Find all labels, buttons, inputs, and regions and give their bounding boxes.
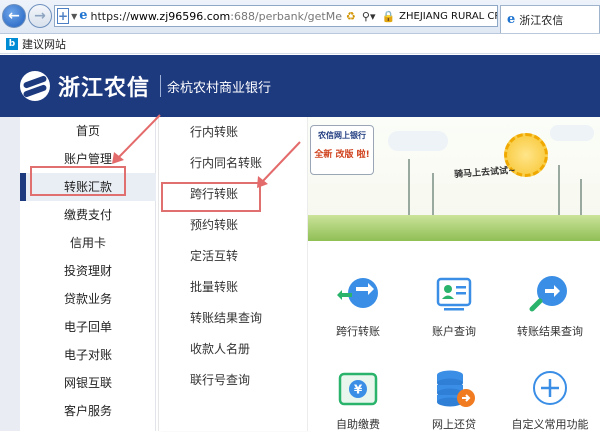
wind-turbine — [558, 165, 560, 219]
brand-divider — [160, 75, 162, 97]
wind-turbine — [408, 159, 410, 219]
account-card-icon — [436, 277, 472, 311]
wind-turbine — [580, 179, 582, 219]
banner-sign: 农信网上银行 全新 改版 啦! — [310, 125, 374, 175]
bing-icon: b — [6, 37, 18, 50]
tab-title: 浙江农信 — [519, 13, 564, 27]
submenu-item-bank-code[interactable]: 联行号查询 — [159, 365, 309, 396]
submenu-item-same-name[interactable]: 行内同名转账 — [159, 148, 309, 179]
search-arrow-icon — [529, 276, 567, 312]
url-host: www.zj96596.com — [129, 9, 231, 23]
submenu-item-fixed-demand[interactable]: 定活互转 — [159, 241, 309, 272]
sidebar-item-investment[interactable]: 投资理财 — [20, 257, 156, 285]
url-path: :688/perbank/getMe — [230, 9, 343, 23]
sidebar-item-e-receipt[interactable]: 电子回单 — [20, 313, 156, 341]
quick-label: 网上还贷 — [432, 418, 476, 431]
quick-label: 自定义常用功能 — [511, 418, 589, 431]
transfer-submenu: 行内转账 行内同名转账 跨行转账 预约转账 定活互转 批量转账 转账结果查询 收… — [158, 117, 308, 431]
bank-name: 余杭农村商业银行 — [167, 80, 272, 96]
add-icon[interactable]: + — [57, 8, 70, 24]
sidebar-item-e-statement[interactable]: 电子对账 — [20, 341, 156, 369]
quick-item-self-payment[interactable]: ¥ 自助缴费 — [308, 336, 408, 431]
brand-title: 浙江农信 — [58, 76, 151, 101]
submenu-item-result-query[interactable]: 转账结果查询 — [159, 303, 309, 334]
quick-label: 自助缴费 — [336, 418, 380, 431]
sidebar-item-loans[interactable]: 贷款业务 — [20, 285, 156, 313]
coins-stack-icon — [437, 370, 475, 407]
quick-item-account-query[interactable]: 账户查询 — [404, 241, 504, 338]
submenu-item-intrabank[interactable]: 行内转账 — [159, 117, 309, 148]
promo-banner[interactable]: 农信网上银行 全新 改版 啦! 骑马上去试试~ — [308, 117, 600, 241]
url-field[interactable]: + ▼ e https:// www.zj96596.com :688/perb… — [54, 5, 498, 27]
submenu-item-batch[interactable]: 批量转账 — [159, 272, 309, 303]
compatibility-view-icon[interactable]: ♻ — [346, 10, 356, 23]
site-identity[interactable]: ZHEJIANG RURAL CR... — [399, 11, 497, 22]
quick-item-custom[interactable]: 自定义常用功能 — [500, 336, 600, 431]
quick-item-interbank[interactable]: 跨行转账 — [308, 241, 408, 338]
submenu-item-payee-list[interactable]: 收款人名册 — [159, 334, 309, 365]
quick-item-result-query[interactable]: 转账结果查询 — [500, 241, 600, 338]
highlight-box-interbank — [161, 182, 261, 212]
search-icon[interactable]: ⚲▾ — [362, 10, 376, 23]
cloud-shape — [550, 125, 594, 141]
cloud-shape — [388, 131, 448, 151]
sidebar-item-interbank[interactable]: 网银互联 — [20, 369, 156, 397]
site-header: 浙江农信 余杭农村商业银行 — [0, 55, 600, 117]
url-scheme: https:// — [90, 9, 130, 23]
dropdown-icon[interactable]: ▼ — [71, 12, 77, 21]
quick-access-grid: 跨行转账 账户查询 转账结果查询 ¥ 自助缴费 网上还贷 自定义常用功能 — [308, 241, 600, 431]
sidebar: 首页 账户管理 转账汇款 缴费支付 信用卡 投资理财 贷款业务 电子回单 电子对… — [20, 117, 156, 431]
sidebar-item-payment[interactable]: 缴费支付 — [20, 201, 156, 229]
quick-item-online-repay[interactable]: 网上还贷 — [404, 336, 504, 431]
payment-yen-icon: ¥ — [338, 372, 378, 406]
browser-tab[interactable]: e 浙江农信 — [500, 5, 600, 33]
browser-address-bar: ← → + ▼ e https:// www.zj96596.com :688/… — [0, 0, 600, 34]
banner-sign-title: 农信网上银行 — [318, 131, 366, 140]
favorites-bar: b 建议网站 — [0, 34, 600, 54]
ie-icon: e — [79, 8, 88, 23]
banner-slogan: 骑马上去试试~ — [453, 165, 516, 181]
banner-ground — [308, 215, 600, 241]
submenu-item-scheduled[interactable]: 预约转账 — [159, 210, 309, 241]
sidebar-item-home[interactable]: 首页 — [20, 117, 156, 145]
banner-sign-badge: 全新 改版 啦! — [314, 150, 370, 160]
sidebar-item-credit-card[interactable]: 信用卡 — [20, 229, 156, 257]
bank-logo-icon — [20, 71, 50, 101]
active-indicator — [20, 173, 26, 201]
sidebar-item-service[interactable]: 客户服务 — [20, 397, 156, 425]
add-circle-icon — [533, 371, 567, 405]
highlight-box-transfer — [30, 166, 126, 196]
lock-icon[interactable]: 🔒 — [381, 10, 395, 23]
transfer-arrows-icon — [337, 278, 378, 308]
sidebar-gutter — [0, 117, 20, 431]
back-button[interactable]: ← — [2, 4, 26, 28]
wind-turbine — [432, 173, 434, 219]
ie-tab-icon: e — [507, 12, 516, 27]
forward-button[interactable]: → — [28, 4, 52, 28]
svg-text:¥: ¥ — [354, 383, 363, 397]
favorite-link[interactable]: 建议网站 — [22, 36, 66, 52]
